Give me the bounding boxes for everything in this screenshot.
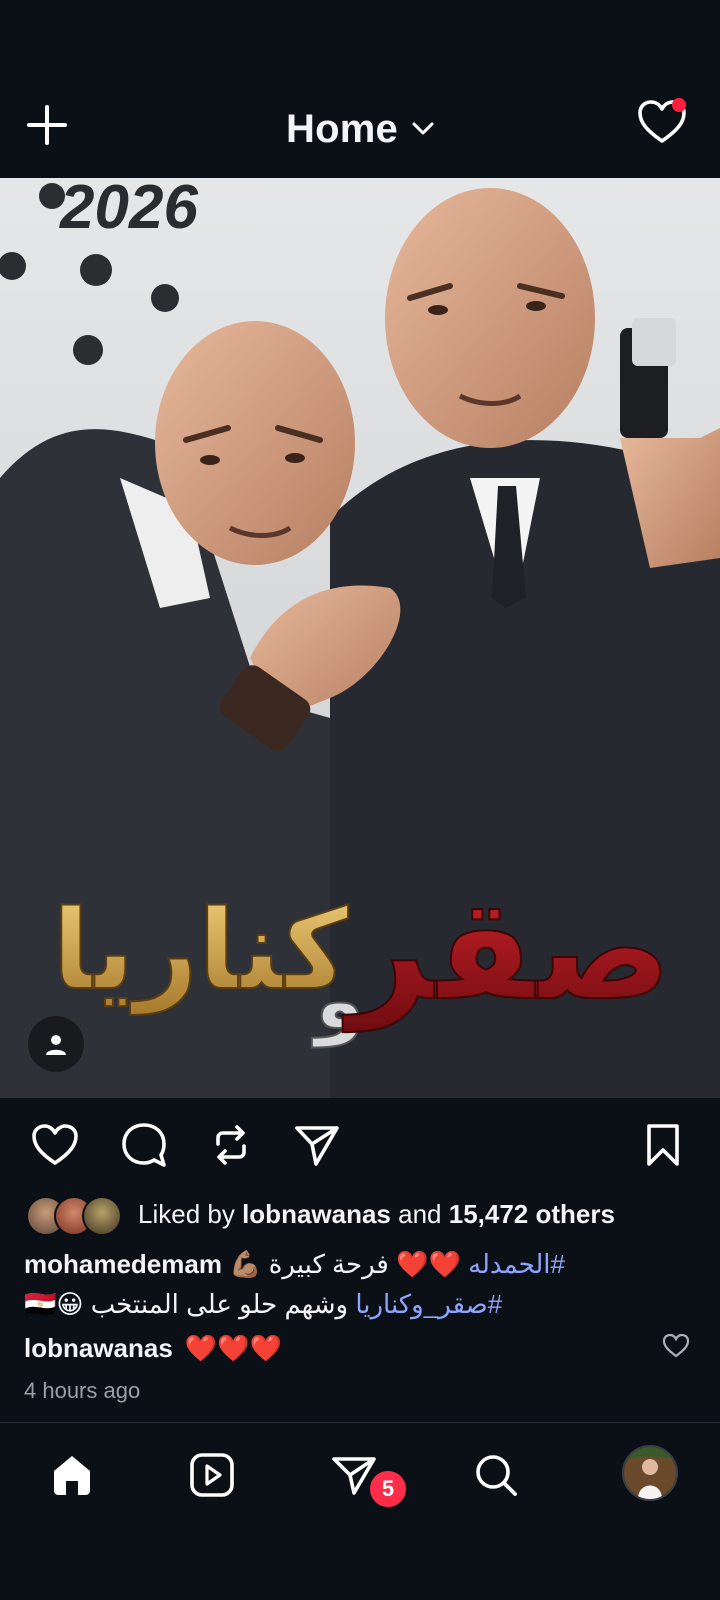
likes-prefix: Liked by (138, 1198, 243, 1229)
home-icon (54, 1456, 90, 1495)
comment-icon (122, 1123, 166, 1167)
caption-hashtag[interactable]: #الحمدله (468, 1249, 565, 1279)
image-title-gold: كناريا (52, 886, 348, 1015)
nav-home[interactable] (40, 1443, 104, 1507)
status-bar (0, 0, 720, 80)
reels-icon (190, 1453, 234, 1497)
post-actions (0, 1098, 720, 1190)
profile-avatar (624, 1447, 676, 1499)
tagged-people-button[interactable] (28, 1016, 84, 1072)
post-caption: mohamedemam #الحمدله ❤️❤️ فرحة كبيرة 💪🏽 … (24, 1244, 700, 1319)
save-button[interactable] (636, 1118, 690, 1172)
repost-icon (216, 1125, 246, 1165)
top-bar: Home (0, 80, 720, 178)
bottom-nav: 5 (0, 1423, 720, 1533)
comment-row: lobnawanas ❤️❤️❤️ (24, 1326, 700, 1370)
likes-user[interactable]: lobnawanas (242, 1199, 391, 1229)
caption-text: ❤️❤️ فرحة كبيرة 💪🏽 (229, 1249, 461, 1279)
comment-like-button[interactable] (662, 1332, 690, 1360)
caption-line-2: #صقر_وكناريا وشهم حلو على المنتخب 😀🇪🇬 (24, 1284, 700, 1324)
like-button[interactable] (28, 1118, 82, 1172)
caption-username[interactable]: mohamedemam (24, 1249, 222, 1279)
post-timestamp: 4 hours ago (24, 1378, 141, 1403)
caption-hashtag-2[interactable]: #صقر_وكناريا (355, 1289, 502, 1319)
image-year-text: 2026 (59, 178, 198, 242)
comment-username[interactable]: lobnawanas (24, 1333, 173, 1364)
likes-row[interactable]: Liked by lobnawanas and 15,472 others (26, 1192, 615, 1236)
bookmark-icon (647, 1124, 679, 1166)
likes-text: Liked by lobnawanas and 15,472 others (138, 1199, 615, 1230)
repost-button[interactable] (204, 1118, 258, 1172)
page-title: Home (286, 106, 398, 151)
nav-profile[interactable] (622, 1445, 678, 1501)
share-button[interactable] (290, 1118, 344, 1172)
search-icon (476, 1455, 517, 1496)
comment-text: ❤️❤️❤️ (184, 1332, 282, 1363)
heart-icon (662, 1333, 690, 1358)
notifications-button[interactable] (634, 94, 690, 150)
caption-text-2: وشهم حلو على المنتخب 😀🇪🇬 (24, 1289, 356, 1319)
comment-button[interactable] (117, 1118, 171, 1172)
send-icon (295, 1126, 339, 1166)
person-icon (46, 1035, 66, 1055)
post-image[interactable]: 2026 كناريا و صقر (0, 178, 720, 1098)
feed-selector[interactable]: Home (286, 107, 434, 152)
image-title-red: صقر (342, 869, 671, 1032)
liker-avatars (26, 1194, 124, 1236)
liker-avatar (82, 1196, 122, 1236)
likes-count[interactable]: 15,472 others (449, 1199, 615, 1229)
notification-dot (672, 98, 686, 112)
chevron-down-icon (412, 122, 434, 135)
plus-icon[interactable] (22, 100, 72, 150)
nav-reels[interactable] (180, 1443, 244, 1507)
heart-icon (32, 1124, 78, 1165)
likes-middle: and (390, 1198, 449, 1229)
nav-search[interactable] (464, 1443, 528, 1507)
direct-badge: 5 (367, 1468, 409, 1510)
